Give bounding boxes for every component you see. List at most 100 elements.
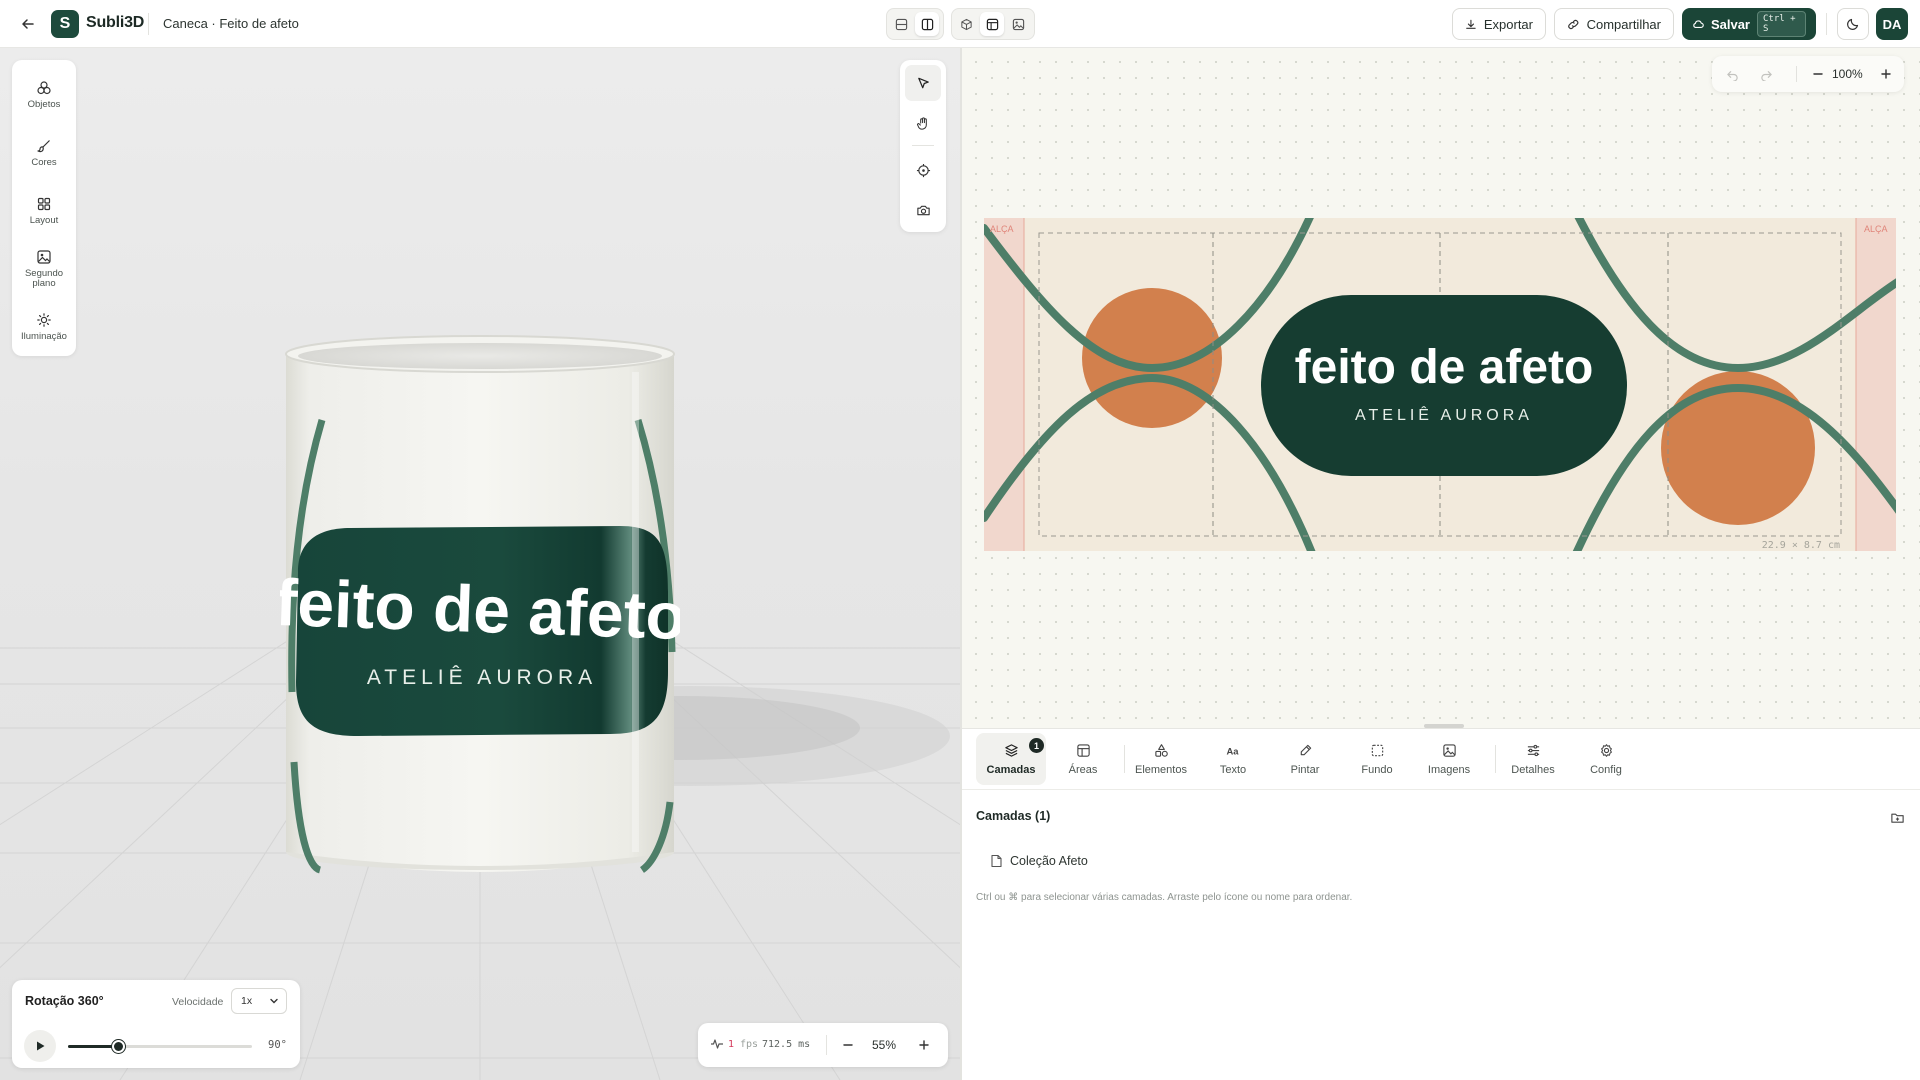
tab-config[interactable]: Config: [1571, 733, 1641, 785]
cursor-icon: [917, 77, 929, 88]
rail-item-objetos[interactable]: Objetos: [12, 66, 76, 124]
fps-unit: fps: [740, 1039, 759, 1050]
export-button[interactable]: Exportar: [1452, 8, 1546, 40]
left-tool-rail: Objetos Cores Layout Segundo plano Ilumi…: [12, 60, 76, 356]
rotation-angle: 90°: [268, 1039, 287, 1051]
zoom-3d-value: 55%: [872, 1038, 897, 1052]
project-title: Caneca · Feito de afeto: [163, 16, 299, 31]
zoom-in-3d-button[interactable]: [912, 1033, 936, 1057]
image-icon: [1012, 18, 1024, 30]
pan-tool-button[interactable]: [905, 105, 941, 141]
viewport-tool-rail: [900, 60, 946, 232]
3d-viewport[interactable]: Objetos Cores Layout Segundo plano Ilumi…: [0, 48, 960, 1080]
objects-icon: [37, 81, 51, 95]
design-artboard[interactable]: feito de afeto ATELIÊ AURORA ALÇA ALÇA 2…: [984, 218, 1896, 551]
layout-split-vertical-button[interactable]: [915, 12, 939, 36]
header-divider: [148, 13, 149, 35]
recenter-button[interactable]: [905, 152, 941, 188]
design-title-text: feito de afeto: [1295, 341, 1594, 394]
undo-icon: [1726, 70, 1738, 81]
undo-button[interactable]: [1720, 62, 1744, 86]
tab-divider: [1124, 745, 1125, 773]
layers-icon: [1004, 743, 1018, 757]
camera-icon: [916, 205, 930, 215]
layer-item[interactable]: Coleção Afeto: [990, 850, 1088, 872]
svg-text:Aa: Aa: [1226, 746, 1239, 756]
rail-item-label: Iluminação: [21, 331, 67, 342]
layers-hint: Ctrl ou ⌘ para selecionar várias camadas…: [976, 892, 1353, 903]
rail-item-layout[interactable]: Layout: [12, 182, 76, 240]
arrow-left-icon: [22, 19, 34, 29]
folder-plus-icon: [1890, 813, 1904, 823]
grid-icon: [37, 197, 51, 211]
speed-select[interactable]: 1x: [231, 988, 287, 1014]
rotation-panel: Rotação 360° Velocidade 1x 90°: [12, 980, 300, 1068]
moon-icon: [1847, 18, 1859, 30]
zoom-out-3d-button[interactable]: [836, 1033, 860, 1057]
cloud-icon: [1693, 20, 1704, 28]
tab-detalhes[interactable]: Detalhes: [1498, 733, 1568, 785]
tool-divider: [912, 145, 934, 146]
save-button[interactable]: Salvar Ctrl + S: [1682, 8, 1816, 40]
layers-count-badge: 1: [1029, 738, 1044, 753]
rotation-slider-thumb[interactable]: [111, 1040, 125, 1053]
split-horizontal-icon: [895, 18, 907, 30]
image-icon: [37, 250, 51, 264]
rail-item-iluminacao[interactable]: Iluminação: [12, 298, 76, 356]
decor-circle-right: [1661, 371, 1815, 525]
artboard-dimensions: 22.9 × 8.7 cm: [1762, 540, 1840, 551]
background-icon: [1371, 744, 1383, 756]
play-icon: [37, 1041, 45, 1051]
app-brand: Subli3D: [86, 14, 145, 31]
view-3d-button[interactable]: [954, 12, 978, 36]
tab-divider: [1495, 745, 1496, 773]
new-group-button[interactable]: [1886, 806, 1908, 828]
redo-button[interactable]: [1754, 62, 1778, 86]
chevron-down-icon: [270, 998, 278, 1004]
design-subtitle-text: ATELIÊ AURORA: [1355, 405, 1533, 424]
fps-value: 1: [728, 1039, 735, 1050]
mug-subtitle-text: ATELIÊ AURORA: [367, 666, 597, 689]
back-button[interactable]: [16, 12, 40, 36]
app-logo: S: [51, 10, 79, 38]
view-split-button[interactable]: [980, 12, 1004, 36]
tab-imagens[interactable]: Imagens: [1414, 733, 1484, 785]
top-header: S Subli3D Caneca · Feito de afeto Export…: [0, 0, 1920, 48]
rail-item-label: Layout: [29, 215, 59, 226]
mug-3d-model[interactable]: feito de afeto ATELIÊ AURORA: [274, 332, 687, 892]
frame-time: 712.5 ms: [762, 1039, 811, 1050]
user-avatar[interactable]: DA: [1876, 8, 1908, 40]
crosshair-icon: [916, 163, 930, 177]
cube-icon: [960, 18, 972, 30]
zoom-out-2d-button[interactable]: [1806, 62, 1830, 86]
rail-item-cores[interactable]: Cores: [12, 124, 76, 182]
rail-item-label: Segundo plano: [24, 268, 64, 289]
screenshot-button[interactable]: [905, 192, 941, 228]
layout-split-horizontal-button[interactable]: [889, 12, 913, 36]
brush-icon: [37, 140, 50, 153]
play-button[interactable]: [24, 1030, 56, 1062]
tab-pintar[interactable]: Pintar: [1270, 733, 1340, 785]
rotation-title: Rotação 360°: [25, 994, 104, 1008]
editor-zoom-bar: [1712, 56, 1904, 92]
zoom-in-2d-button[interactable]: [1874, 62, 1898, 86]
share-button[interactable]: Compartilhar: [1554, 8, 1674, 40]
select-tool-button[interactable]: [905, 65, 941, 101]
tab-elementos[interactable]: Elementos: [1126, 733, 1196, 785]
tab-areas[interactable]: Áreas: [1048, 733, 1118, 785]
rail-item-segundo-plano[interactable]: Segundo plano: [12, 240, 76, 298]
tabs-divider: [962, 789, 1920, 790]
theme-toggle-button[interactable]: [1837, 8, 1869, 40]
shapes-icon: [1154, 743, 1168, 757]
performance-zoom-panel: 1 fps 712.5 ms 55%: [698, 1023, 948, 1067]
tab-texto[interactable]: Aa Texto: [1198, 733, 1268, 785]
view-2d-button[interactable]: [1006, 12, 1030, 36]
download-icon: [1466, 19, 1476, 29]
save-shortcut: Ctrl + S: [1757, 11, 1806, 37]
tab-label: Camadas: [986, 763, 1036, 776]
zoom-2d-value: 100%: [1832, 67, 1863, 81]
paint-icon: [1300, 744, 1311, 755]
rotation-slider[interactable]: [68, 1040, 252, 1053]
plus-icon: [1881, 69, 1891, 79]
tab-fundo[interactable]: Fundo: [1342, 733, 1412, 785]
